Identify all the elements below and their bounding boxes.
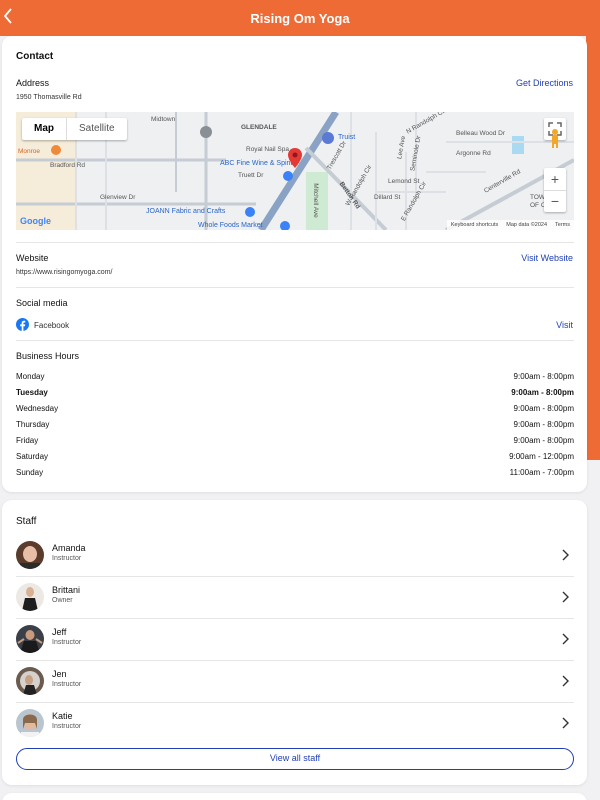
staff-row-brittani[interactable]: Brittani Owner (16, 576, 574, 618)
hours-time: 9:00am - 8:00pm (513, 404, 574, 413)
map-label: ABC Fine Wine & Spirits (220, 160, 296, 167)
visit-website-link[interactable]: Visit Website (521, 253, 573, 263)
website-value: https://www.risingomyoga.com/ (16, 269, 113, 276)
chevron-right-icon (562, 549, 569, 561)
staff-name: Katie (52, 711, 73, 721)
chevron-right-icon (562, 675, 569, 687)
avatar (16, 667, 44, 695)
map-data-text: Map data ©2024 (506, 222, 548, 228)
staff-name: Amanda (52, 543, 86, 553)
map-label: Royal Nail Spa (246, 146, 289, 153)
avatar (16, 625, 44, 653)
chevron-right-icon (562, 717, 569, 729)
pegman-icon[interactable] (544, 124, 566, 150)
chevron-right-icon (562, 633, 569, 645)
contact-card: Contact Address 1950 Thomasville Rd Get … (2, 36, 587, 492)
avatar (16, 709, 44, 737)
hours-time: 9:00am - 8:00pm (513, 436, 574, 445)
map-label: Glenview Dr (100, 194, 136, 201)
map-label: Whole Foods Market (198, 222, 263, 229)
hours-time: 11:00am - 7:00pm (509, 468, 574, 477)
facebook-icon (16, 318, 29, 331)
map-view[interactable]: Map Satellite Midtown GLENDALE Royal Nai… (16, 112, 574, 230)
map-pin-icon[interactable] (288, 148, 302, 168)
map-label: Dillard St (374, 194, 401, 201)
background-strip (586, 36, 600, 460)
hours-time: 9:00am - 12:00pm (509, 452, 574, 461)
hours-day: Friday (16, 436, 39, 445)
zoom-out-icon[interactable]: − (544, 190, 566, 212)
hours-time: 9:00am - 8:00pm (513, 372, 574, 381)
hours-row: Monday 9:00am - 8:00pm (16, 372, 574, 386)
hours-day: Wednesday (16, 404, 59, 413)
map-label: Monroe (18, 148, 41, 155)
hours-time: 9:00am - 8:00pm (513, 420, 574, 429)
get-directions-link[interactable]: Get Directions (516, 78, 573, 88)
page-title: Rising Om Yoga (250, 11, 350, 26)
visit-social-link[interactable]: Visit (556, 320, 573, 330)
divider (16, 242, 574, 243)
map-label: Argonne Rd (456, 150, 491, 157)
avatar (16, 583, 44, 611)
staff-heading: Staff (16, 516, 37, 527)
map-label: Lemond St (388, 178, 420, 185)
map-type-toggle[interactable]: Map Satellite (22, 118, 127, 140)
staff-role: Owner (52, 597, 73, 604)
zoom-in-icon[interactable]: + (544, 168, 566, 190)
staff-role: Instructor (52, 555, 82, 562)
staff-card: Staff Amanda Instructor Brittani Owner J… (2, 500, 587, 785)
keyboard-shortcuts-link[interactable]: Keyboard shortcuts (451, 222, 498, 228)
staff-role: Instructor (52, 723, 82, 730)
hours-row: Wednesday 9:00am - 8:00pm (16, 404, 574, 418)
map-label: Midtown (151, 116, 176, 123)
hours-time: 9:00am - 8:00pm (511, 388, 574, 397)
staff-name: Jeff (52, 627, 67, 637)
staff-row-amanda[interactable]: Amanda Instructor (16, 534, 574, 576)
social-media-label: Social media (16, 298, 68, 308)
hours-row: Saturday 9:00am - 12:00pm (16, 452, 574, 466)
hours-row: Sunday 11:00am - 7:00pm (16, 468, 574, 482)
map-label: Bradford Rd (50, 162, 86, 169)
staff-row-katie[interactable]: Katie Instructor (16, 702, 574, 744)
hours-row: Thursday 9:00am - 8:00pm (16, 420, 574, 434)
hours-day: Thursday (16, 420, 50, 429)
contact-heading: Contact (16, 51, 54, 62)
staff-name: Brittani (52, 585, 81, 595)
staff-name: Jen (52, 669, 67, 679)
satellite-tab[interactable]: Satellite (66, 118, 127, 140)
next-card (2, 793, 587, 800)
map-label: JOANN Fabric and Crafts (146, 208, 226, 215)
map-label: Mitchell Ave (311, 183, 319, 218)
staff-row-jen[interactable]: Jen Instructor (16, 660, 574, 702)
map-tab[interactable]: Map (22, 118, 66, 140)
divider (16, 340, 574, 341)
app-header: Rising Om Yoga (0, 0, 600, 36)
business-hours-label: Business Hours (16, 351, 80, 361)
hours-day: Saturday (16, 452, 49, 461)
map-label: Belleau Wood Dr (456, 130, 506, 137)
terms-link[interactable]: Terms (555, 222, 570, 228)
staff-row-jeff[interactable]: Jeff Instructor (16, 618, 574, 660)
zoom-control[interactable]: + − (544, 168, 566, 212)
hours-row: Friday 9:00am - 8:00pm (16, 436, 574, 450)
google-logo: Google (20, 216, 51, 226)
hours-row-today: Tuesday 9:00am - 8:00pm (16, 388, 574, 402)
chevron-right-icon (562, 591, 569, 603)
hours-day: Tuesday (16, 388, 48, 397)
avatar (16, 541, 44, 569)
map-label: GLENDALE (241, 124, 277, 131)
divider (16, 287, 574, 288)
map-attribution: Keyboard shortcuts Map data ©2024 Terms (446, 220, 574, 230)
staff-role: Instructor (52, 681, 82, 688)
view-all-staff-button[interactable]: View all staff (16, 748, 574, 770)
hours-day: Sunday (16, 468, 44, 477)
website-label: Website (16, 253, 49, 263)
address-value: 1950 Thomasville Rd (16, 94, 82, 101)
map-label: Truett Dr (238, 172, 264, 179)
facebook-label: Facebook (34, 321, 70, 330)
hours-day: Monday (16, 372, 45, 381)
address-label: Address (16, 78, 50, 88)
staff-role: Instructor (52, 639, 82, 646)
